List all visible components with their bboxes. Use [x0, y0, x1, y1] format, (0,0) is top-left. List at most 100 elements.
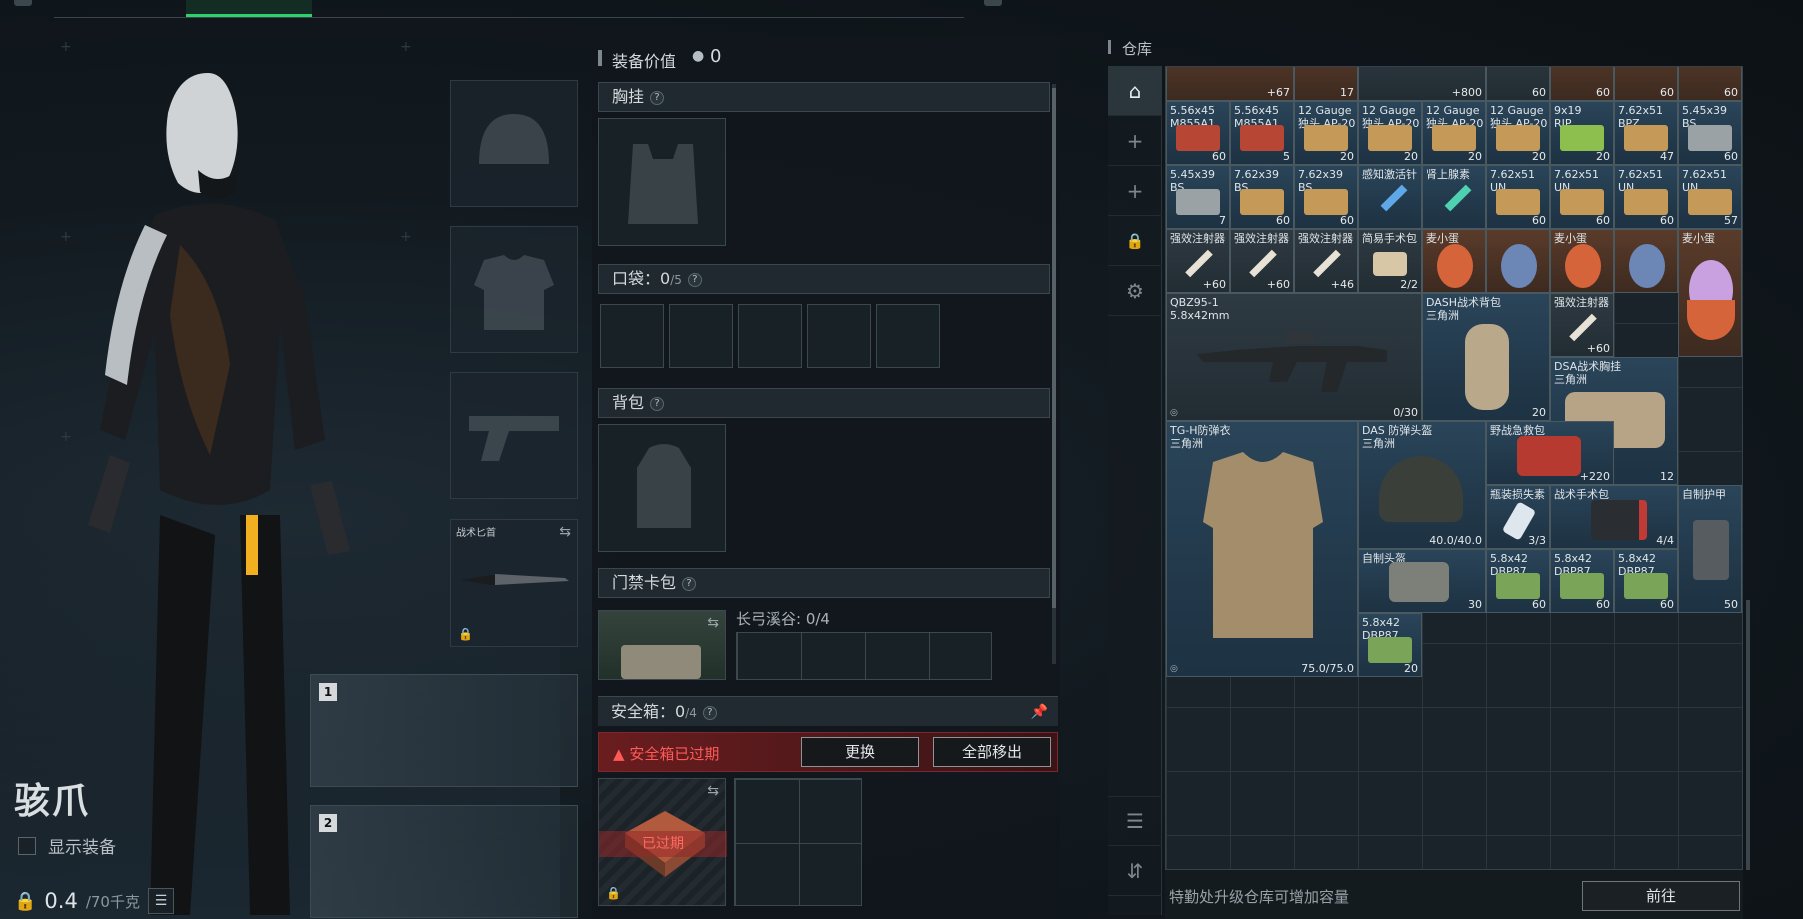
item-generic[interactable]: +800: [1358, 67, 1486, 101]
scroll-thumb[interactable]: [1052, 88, 1056, 608]
item-ammo-12g[interactable]: 12 Gauge 独头 AP-20 20: [1486, 101, 1550, 165]
pocket-slot[interactable]: [669, 304, 733, 368]
replace-button[interactable]: 更换: [801, 737, 919, 767]
item-ammo[interactable]: 17: [1294, 67, 1358, 101]
pocket-slot[interactable]: [876, 304, 940, 368]
chest-rig-slot[interactable]: [598, 118, 726, 246]
item-homemade-armor[interactable]: 自制护甲 50: [1678, 485, 1742, 613]
item-egg[interactable]: 麦小蛋: [1422, 229, 1486, 293]
keycard-holder-slot[interactable]: ⇆: [598, 610, 726, 680]
safe-box-slot[interactable]: ⇆ 已过期 🔒: [598, 778, 727, 906]
help-icon[interactable]: ?: [682, 576, 697, 591]
swap-icon[interactable]: ⇆: [707, 783, 719, 799]
item-ammo[interactable]: 60: [1614, 67, 1678, 101]
sort-icon[interactable]: ⇵: [1108, 846, 1162, 896]
item-ammo-762[interactable]: 7.62x51 BPZ 47: [1614, 101, 1678, 165]
armor-slot[interactable]: [450, 226, 578, 353]
item-ammo-545[interactable]: 5.45x39 BS 7: [1166, 165, 1230, 229]
keycard-grid[interactable]: [736, 632, 992, 680]
item-helmet-das[interactable]: DAS 防弹头盔 三角洲 40.0/40.0: [1358, 421, 1486, 549]
warehouse-scrollbar[interactable]: [1746, 600, 1750, 870]
item-ammo[interactable]: 60: [1486, 67, 1550, 101]
remove-all-button[interactable]: 全部移出: [933, 737, 1051, 767]
item-ammo-58[interactable]: 5.8x42 DBP87 20: [1358, 613, 1422, 677]
help-icon[interactable]: ?: [687, 272, 702, 287]
item-ammo-762x51[interactable]: 7.62x51 UN 57: [1678, 165, 1742, 229]
item-surgery-kit[interactable]: 简易手术包 2/2: [1358, 229, 1422, 293]
tab-5[interactable]: [582, 0, 708, 17]
item-ammo-58[interactable]: 5.8x42 DBP87 60: [1614, 549, 1678, 613]
swap-icon[interactable]: ⇆: [559, 524, 571, 540]
item-ammo-762x51[interactable]: 7.62x51 UN 60: [1614, 165, 1678, 229]
tab-3[interactable]: [318, 0, 444, 17]
item-bottle[interactable]: 瓶装损失素 3/3: [1486, 485, 1550, 549]
helmet-slot[interactable]: [450, 80, 578, 207]
tab-4[interactable]: [450, 0, 576, 17]
tab-2-active[interactable]: [186, 0, 312, 17]
prev-tab-icon[interactable]: [14, 0, 32, 6]
item-ammo-556[interactable]: 5.56x45 M855A1 5: [1230, 101, 1294, 165]
swap-icon[interactable]: ⇆: [707, 615, 719, 631]
primary-weapon-slot[interactable]: 1: [310, 674, 578, 787]
item-medkit[interactable]: +67: [1166, 67, 1294, 101]
pin-icon[interactable]: 📌: [1031, 697, 1048, 727]
item-ammo-58[interactable]: 5.8x42 DBP87 60: [1550, 549, 1614, 613]
item-ammo-12g[interactable]: 12 Gauge 独头 AP-20 20: [1358, 101, 1422, 165]
home-icon[interactable]: ⌂: [1108, 66, 1162, 116]
pocket-slot[interactable]: [600, 304, 664, 368]
plus-icon[interactable]: +: [1108, 116, 1162, 166]
help-icon[interactable]: ?: [702, 705, 717, 720]
equipment-scrollbar[interactable]: [1052, 84, 1056, 664]
item-injector[interactable]: 强效注射器 +60: [1166, 229, 1230, 293]
item-armor-tgh[interactable]: TG-H防弹衣 三角洲 ◎ 75.0/75.0: [1166, 421, 1358, 677]
item-rifle-qbz95[interactable]: QBZ95-1 5.8x42mm ◎ 0/30: [1166, 293, 1422, 421]
help-icon[interactable]: ?: [650, 396, 665, 411]
item-homemade-helmet[interactable]: 自制头盔 30: [1358, 549, 1486, 613]
item-egg[interactable]: 麦小蛋: [1550, 229, 1614, 293]
item-ammo-12g[interactable]: 12 Gauge 独头 AP-20 20: [1294, 101, 1358, 165]
item-egg-tall[interactable]: 麦小蛋: [1678, 229, 1742, 357]
layers-icon[interactable]: ☰: [1108, 796, 1162, 846]
item-egg[interactable]: [1614, 229, 1678, 293]
item-adrenaline[interactable]: 肾上腺素: [1422, 165, 1486, 229]
item-tactical-surgery-kit[interactable]: 战术手术包 4/4: [1550, 485, 1678, 549]
show-equipment-toggle[interactable]: 显示装备: [18, 833, 116, 858]
item-egg[interactable]: [1486, 229, 1550, 293]
item-ammo-545[interactable]: 5.45x39 BS 60: [1678, 101, 1742, 165]
item-injector[interactable]: 强效注射器 +60: [1230, 229, 1294, 293]
tab-6[interactable]: [714, 0, 840, 17]
item-ammo-762x51[interactable]: 7.62x51 UN 60: [1486, 165, 1550, 229]
item-injector[interactable]: 强效注射器 +60: [1550, 293, 1614, 357]
plus-icon[interactable]: +: [1108, 166, 1162, 216]
item-ammo[interactable]: 60: [1678, 67, 1742, 101]
warehouse-grid[interactable]: +67 17 +800 60 60 60 60 5.56x45 M855A1 60…: [1165, 66, 1743, 870]
item-backpack-dash[interactable]: DASH战术背包 三角洲 20: [1422, 293, 1550, 421]
pocket-slot[interactable]: [807, 304, 871, 368]
item-ammo-9mm[interactable]: 9x19 RIP 20: [1550, 101, 1614, 165]
item-stim[interactable]: 感知激活针: [1358, 165, 1422, 229]
safe-box-grid[interactable]: [734, 778, 862, 906]
item-ammo[interactable]: 60: [1550, 67, 1614, 101]
item-ammo-762x51[interactable]: 7.62x51 UN 60: [1550, 165, 1614, 229]
tab-7[interactable]: [846, 0, 972, 17]
item-ammo-12g[interactable]: 12 Gauge 独头 AP-20 20: [1422, 101, 1486, 165]
item-ammo-58[interactable]: 5.8x42 DBP87 60: [1486, 549, 1550, 613]
go-button[interactable]: 前往: [1582, 881, 1740, 911]
pistol-slot[interactable]: [450, 372, 578, 499]
show-equipment-checkbox[interactable]: [18, 836, 36, 855]
gear-icon[interactable]: ⚙: [1108, 266, 1162, 316]
lock-icon[interactable]: 🔒: [1108, 216, 1162, 266]
tab-1[interactable]: [54, 0, 180, 17]
pocket-slot[interactable]: [738, 304, 802, 368]
knife-slot[interactable]: 战术匕首 ⇆ 🔒: [450, 519, 578, 647]
item-ammo-762x39[interactable]: 7.62x39 BS 60: [1230, 165, 1294, 229]
list-icon[interactable]: ☰: [147, 888, 174, 914]
backpack-slot[interactable]: [598, 424, 726, 552]
item-injector[interactable]: 强效注射器 +46: [1294, 229, 1358, 293]
secondary-weapon-slot[interactable]: 2: [310, 805, 578, 918]
next-tab-icon[interactable]: [984, 0, 1002, 6]
item-ammo-556[interactable]: 5.56x45 M855A1 60: [1166, 101, 1230, 165]
help-icon[interactable]: ?: [650, 90, 665, 105]
item-ammo-762x39[interactable]: 7.62x39 BS 60: [1294, 165, 1358, 229]
item-field-medkit[interactable]: 野战急救包 +220: [1486, 421, 1614, 485]
